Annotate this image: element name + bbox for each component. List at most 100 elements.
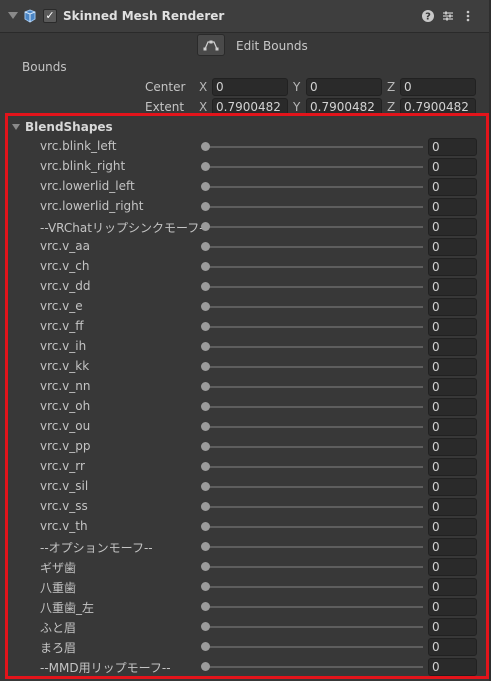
fold-arrow-icon[interactable] <box>8 12 18 19</box>
blendshape-slider-track[interactable] <box>204 526 423 528</box>
blendshape-slider-thumb[interactable] <box>201 602 210 611</box>
blendshape-slider-thumb[interactable] <box>201 162 210 171</box>
blendshape-value-field[interactable]: 0 <box>428 278 477 296</box>
more-menu-icon[interactable] <box>461 9 475 23</box>
blendshape-slider-thumb[interactable] <box>201 242 210 251</box>
blendshape-slider-thumb[interactable] <box>201 322 210 331</box>
blendshape-value-field[interactable]: 0 <box>428 438 477 456</box>
center-x-field[interactable]: 0 <box>212 78 288 96</box>
blendshape-slider-thumb[interactable] <box>201 202 210 211</box>
blendshape-slider-track[interactable] <box>204 546 423 548</box>
blendshape-slider-track[interactable] <box>204 286 423 288</box>
blendshape-value-field[interactable]: 0 <box>428 558 477 576</box>
blendshape-slider-track[interactable] <box>204 566 423 568</box>
blendshape-slider-track[interactable] <box>204 346 423 348</box>
blendshape-slider-track[interactable] <box>204 206 423 208</box>
blendshape-value-field[interactable]: 0 <box>428 318 477 336</box>
blendshape-value-field[interactable]: 0 <box>428 578 477 596</box>
edit-bounds-icon <box>203 40 219 51</box>
center-z-field[interactable]: 0 <box>400 78 476 96</box>
blendshape-slider-thumb[interactable] <box>201 262 210 271</box>
blendshape-slider-track[interactable] <box>204 326 423 328</box>
blendshape-slider-track[interactable] <box>204 406 423 408</box>
blendshape-slider-thumb[interactable] <box>201 542 210 551</box>
blendshapes-panel: BlendShapes vrc.blink_left 0 vrc.blink_rig… <box>5 113 489 679</box>
blendshape-value-field[interactable]: 0 <box>428 658 477 676</box>
blendshape-slider-track[interactable] <box>204 486 423 488</box>
blendshape-slider-track[interactable] <box>204 446 423 448</box>
blendshape-slider-track[interactable] <box>204 506 423 508</box>
blendshape-slider-thumb[interactable] <box>201 282 210 291</box>
blendshape-slider-track[interactable] <box>204 186 423 188</box>
blendshape-slider-thumb[interactable] <box>201 442 210 451</box>
blendshape-value-field[interactable]: 0 <box>428 478 477 496</box>
blendshapes-title[interactable]: BlendShapes <box>25 120 113 134</box>
blendshape-slider-thumb[interactable] <box>201 462 210 471</box>
blendshape-value-field[interactable]: 0 <box>428 518 477 536</box>
edit-bounds-button[interactable] <box>197 34 225 56</box>
blendshape-slider-thumb[interactable] <box>201 622 210 631</box>
blendshape-slider-track[interactable] <box>204 226 423 228</box>
blendshape-value-field[interactable]: 0 <box>428 238 477 256</box>
blendshape-slider-thumb[interactable] <box>201 142 210 151</box>
blendshape-value-field[interactable]: 0 <box>428 618 477 636</box>
blendshape-row: vrc.blink_left 0 <box>8 137 486 157</box>
blendshape-value-field[interactable]: 0 <box>428 458 477 476</box>
preset-icon[interactable] <box>441 9 455 23</box>
blendshape-value-field[interactable]: 0 <box>428 218 477 236</box>
blendshape-slider-thumb[interactable] <box>201 302 210 311</box>
blendshape-value-field[interactable]: 0 <box>428 498 477 516</box>
blendshape-slider-track[interactable] <box>204 366 423 368</box>
blendshape-slider-thumb[interactable] <box>201 562 210 571</box>
blendshape-label: 八重歯 <box>40 581 77 595</box>
blendshape-slider-thumb[interactable] <box>201 582 210 591</box>
component-header[interactable]: ✓ Skinned Mesh Renderer ? <box>0 0 491 33</box>
blendshape-slider-track[interactable] <box>204 246 423 248</box>
blendshape-slider-thumb[interactable] <box>201 402 210 411</box>
blendshape-slider-thumb[interactable] <box>201 642 210 651</box>
blendshape-slider-track[interactable] <box>204 586 423 588</box>
blendshapes-fold-arrow-icon[interactable] <box>12 124 20 130</box>
blendshape-label: まろ眉 <box>40 641 77 655</box>
blendshape-slider-thumb[interactable] <box>201 502 210 511</box>
blendshape-slider-track[interactable] <box>204 166 423 168</box>
blendshape-row: vrc.v_ou 0 <box>8 417 486 437</box>
blendshape-slider-track[interactable] <box>204 606 423 608</box>
blendshape-value-field[interactable]: 0 <box>428 138 477 156</box>
blendshape-value-field[interactable]: 0 <box>428 598 477 616</box>
blendshape-slider-thumb[interactable] <box>201 482 210 491</box>
blendshape-slider-thumb[interactable] <box>201 522 210 531</box>
blendshape-slider-track[interactable] <box>204 386 423 388</box>
blendshape-slider-track[interactable] <box>204 266 423 268</box>
blendshape-value-field[interactable]: 0 <box>428 538 477 556</box>
enabled-checkbox[interactable]: ✓ <box>43 9 57 23</box>
blendshape-value-field[interactable]: 0 <box>428 298 477 316</box>
blendshape-slider-thumb[interactable] <box>201 222 210 231</box>
blendshape-slider-track[interactable] <box>204 466 423 468</box>
blendshape-slider-thumb[interactable] <box>201 362 210 371</box>
blendshape-value-field[interactable]: 0 <box>428 158 477 176</box>
blendshape-value-field[interactable]: 0 <box>428 418 477 436</box>
blendshape-value-field[interactable]: 0 <box>428 638 477 656</box>
blendshape-slider-thumb[interactable] <box>201 342 210 351</box>
blendshape-slider-track[interactable] <box>204 306 423 308</box>
blendshape-slider-thumb[interactable] <box>201 422 210 431</box>
blendshape-slider-track[interactable] <box>204 146 423 148</box>
blendshape-value-field[interactable]: 0 <box>428 338 477 356</box>
blendshape-slider-track[interactable] <box>204 626 423 628</box>
blendshape-value-field[interactable]: 0 <box>428 378 477 396</box>
blendshape-slider-track[interactable] <box>204 646 423 648</box>
blendshape-value-field[interactable]: 0 <box>428 178 477 196</box>
blendshape-slider-thumb[interactable] <box>201 182 210 191</box>
blendshape-slider-track[interactable] <box>204 426 423 428</box>
blendshape-value-field[interactable]: 0 <box>428 398 477 416</box>
help-icon[interactable]: ? <box>421 9 435 23</box>
blendshape-label: vrc.v_e <box>40 299 83 313</box>
blendshape-slider-thumb[interactable] <box>201 662 210 671</box>
blendshape-value-field[interactable]: 0 <box>428 198 477 216</box>
blendshape-slider-track[interactable] <box>204 666 423 668</box>
blendshape-value-field[interactable]: 0 <box>428 358 477 376</box>
blendshape-slider-thumb[interactable] <box>201 382 210 391</box>
blendshape-value-field[interactable]: 0 <box>428 258 477 276</box>
center-y-field[interactable]: 0 <box>306 78 382 96</box>
